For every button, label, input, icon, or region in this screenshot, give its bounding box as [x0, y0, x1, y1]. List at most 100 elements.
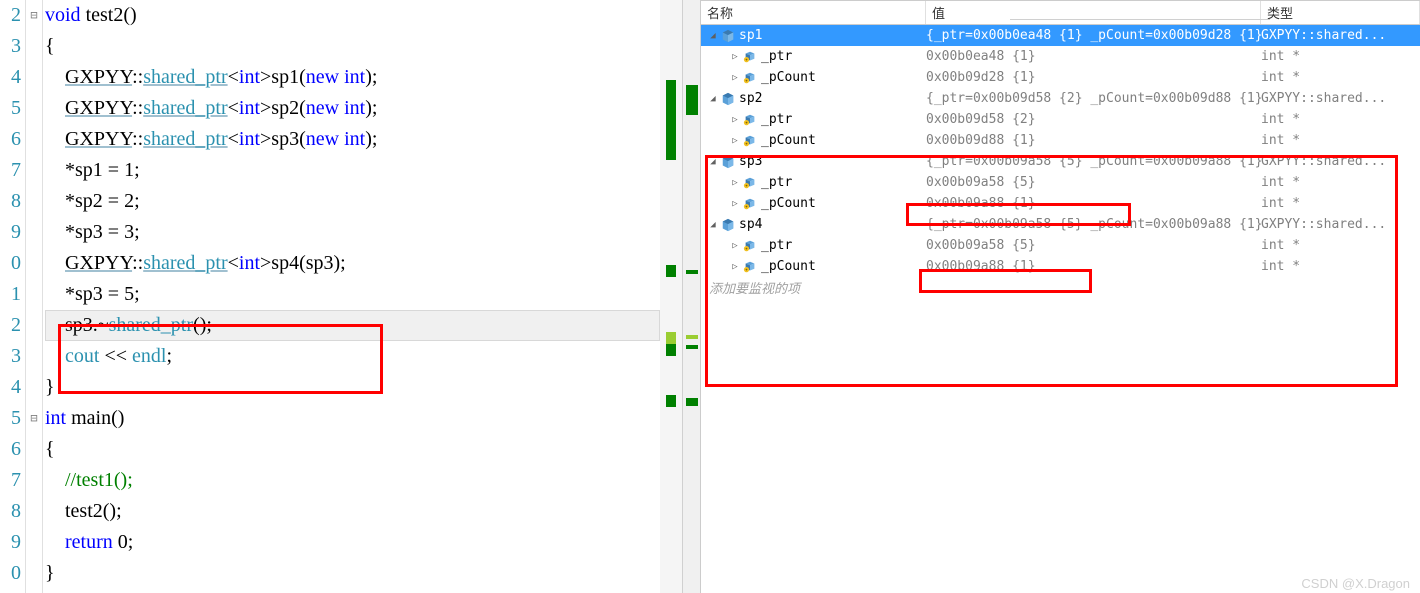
- fold-marker[interactable]: [26, 155, 42, 186]
- fold-marker[interactable]: [26, 31, 42, 62]
- fold-marker[interactable]: [26, 279, 42, 310]
- watch-name: _ptr: [761, 112, 792, 127]
- expander-icon[interactable]: ▷: [729, 261, 741, 273]
- watch-panel: 名称 值 类型 ◢sp1{_ptr=0x00b0ea48 {1} _pCount…: [700, 0, 1420, 593]
- watch-type: int *: [1261, 133, 1420, 148]
- code-line[interactable]: {: [45, 434, 660, 465]
- watch-type: GXPYY::shared...: [1261, 28, 1420, 43]
- marker-lightgreen: [666, 332, 676, 344]
- watch-row[interactable]: ▷_pCount0x00b09d88 {1}int *: [701, 130, 1420, 151]
- watch-name: _pCount: [761, 133, 816, 148]
- line-number: 2: [0, 0, 21, 31]
- expander-icon[interactable]: ◢: [707, 93, 719, 105]
- fold-marker[interactable]: [26, 62, 42, 93]
- marker-green: [666, 80, 676, 160]
- expander-icon[interactable]: ◢: [707, 219, 719, 231]
- watch-name: _pCount: [761, 196, 816, 211]
- expander-icon[interactable]: ▷: [729, 72, 741, 84]
- fold-marker[interactable]: [26, 496, 42, 527]
- watch-type: GXPYY::shared...: [1261, 91, 1420, 106]
- line-number: 0: [0, 558, 21, 589]
- watch-name-cell: ▷ _ptr: [701, 112, 926, 127]
- line-number: 9: [0, 527, 21, 558]
- watch-row[interactable]: ◢sp4{_ptr=0x00b09a58 {5} _pCount=0x00b09…: [701, 214, 1420, 235]
- watch-name-cell: ▷_pCount: [701, 70, 926, 85]
- fold-marker[interactable]: ⊟: [26, 403, 42, 434]
- code-line[interactable]: sp3.~shared_ptr();: [45, 310, 660, 341]
- watch-name-cell: ◢ sp1: [701, 28, 926, 43]
- watch-body[interactable]: ◢sp1{_ptr=0x00b0ea48 {1} _pCount=0x00b09…: [701, 25, 1420, 593]
- fold-marker[interactable]: [26, 248, 42, 279]
- line-number: 3: [0, 341, 21, 372]
- code-line[interactable]: GXPYY::shared_ptr<int>sp3(new int);: [45, 124, 660, 155]
- code-line[interactable]: *sp2 = 2;: [45, 186, 660, 217]
- watch-row[interactable]: ▷_ptr0x00b0ea48 {1}int *: [701, 46, 1420, 67]
- code-line[interactable]: void test2(): [45, 0, 660, 31]
- watch-row[interactable]: ▷_ptr0x00b09d58 {2}int *: [701, 109, 1420, 130]
- watch-name: sp4: [739, 217, 762, 232]
- watch-row[interactable]: ◢sp2{_ptr=0x00b09d58 {2} _pCount=0x00b09…: [701, 88, 1420, 109]
- code-line[interactable]: *sp3 = 3;: [45, 217, 660, 248]
- watch-row[interactable]: ◢sp1{_ptr=0x00b0ea48 {1} _pCount=0x00b09…: [701, 25, 1420, 46]
- scroll-track[interactable]: [682, 0, 700, 593]
- fold-marker[interactable]: [26, 341, 42, 372]
- line-number: 8: [0, 496, 21, 527]
- change-markers: [660, 0, 682, 593]
- line-number: 4: [0, 62, 21, 93]
- fold-marker[interactable]: [26, 527, 42, 558]
- code-line[interactable]: }: [45, 372, 660, 403]
- add-watch-item[interactable]: 添加要监视的项: [701, 277, 1420, 298]
- watch-row[interactable]: ▷_pCount0x00b09d28 {1}int *: [701, 67, 1420, 88]
- line-number: 7: [0, 465, 21, 496]
- code-line[interactable]: GXPYY::shared_ptr<int>sp2(new int);: [45, 93, 660, 124]
- code-line[interactable]: //test1();: [45, 465, 660, 496]
- code-line[interactable]: *sp1 = 1;: [45, 155, 660, 186]
- fold-marker[interactable]: [26, 372, 42, 403]
- code-line[interactable]: *sp3 = 5;: [45, 279, 660, 310]
- fold-marker[interactable]: [26, 186, 42, 217]
- col-type-header[interactable]: 类型: [1261, 1, 1420, 24]
- code-line[interactable]: }: [45, 558, 660, 589]
- watch-row[interactable]: ▷_pCount0x00b09a88 {1}int *: [701, 193, 1420, 214]
- watch-type: int *: [1261, 49, 1420, 64]
- fold-marker[interactable]: ⊟: [26, 0, 42, 31]
- fold-marker[interactable]: [26, 558, 42, 589]
- watch-name-cell: ◢sp2: [701, 91, 926, 106]
- code-line[interactable]: return 0;: [45, 527, 660, 558]
- fold-marker[interactable]: [26, 93, 42, 124]
- marker-green: [666, 395, 676, 407]
- expander-icon[interactable]: ▷: [729, 198, 741, 210]
- expander-icon[interactable]: ▷: [729, 135, 741, 147]
- fold-marker[interactable]: [26, 310, 42, 341]
- expander-icon[interactable]: ▷: [729, 240, 741, 252]
- code-line[interactable]: int main(): [45, 403, 660, 434]
- code-line[interactable]: GXPYY::shared_ptr<int>sp4(sp3);: [45, 248, 660, 279]
- watch-name: sp1: [739, 28, 762, 43]
- expander-icon[interactable]: ▷: [729, 177, 741, 189]
- expander-icon[interactable]: ◢: [707, 156, 719, 168]
- expander-icon[interactable]: ▷: [729, 114, 741, 126]
- fold-marker[interactable]: [26, 465, 42, 496]
- watch-row[interactable]: ▷_ptr0x00b09a58 {5}int *: [701, 172, 1420, 193]
- watch-name-cell: ◢ sp3: [701, 154, 926, 169]
- watch-name: sp3: [739, 154, 762, 169]
- watch-name-cell: ▷_ptr: [701, 175, 926, 190]
- code-area[interactable]: void test2(){ GXPYY::shared_ptr<int>sp1(…: [43, 0, 660, 593]
- fold-marker[interactable]: [26, 434, 42, 465]
- watch-row[interactable]: ◢sp3{_ptr=0x00b09a58 {5} _pCount=0x00b09…: [701, 151, 1420, 172]
- col-name-header[interactable]: 名称: [701, 1, 926, 24]
- watch-row[interactable]: ▷_ptr0x00b09a58 {5}int *: [701, 235, 1420, 256]
- expander-icon[interactable]: ▷: [729, 51, 741, 63]
- object-icon: [721, 92, 735, 106]
- watch-type: int *: [1261, 196, 1420, 211]
- watch-row[interactable]: ▷_pCount0x00b09a88 {1}int *: [701, 256, 1420, 277]
- fold-marker[interactable]: [26, 217, 42, 248]
- code-line[interactable]: GXPYY::shared_ptr<int>sp1(new int);: [45, 62, 660, 93]
- code-line[interactable]: test2();: [45, 496, 660, 527]
- code-line[interactable]: {: [45, 31, 660, 62]
- fold-marker[interactable]: [26, 124, 42, 155]
- outline-gutter[interactable]: ⊟ ⊟: [25, 0, 43, 593]
- code-line[interactable]: cout << endl;: [45, 341, 660, 372]
- object-icon: [721, 155, 735, 169]
- expander-icon[interactable]: ◢: [707, 30, 719, 42]
